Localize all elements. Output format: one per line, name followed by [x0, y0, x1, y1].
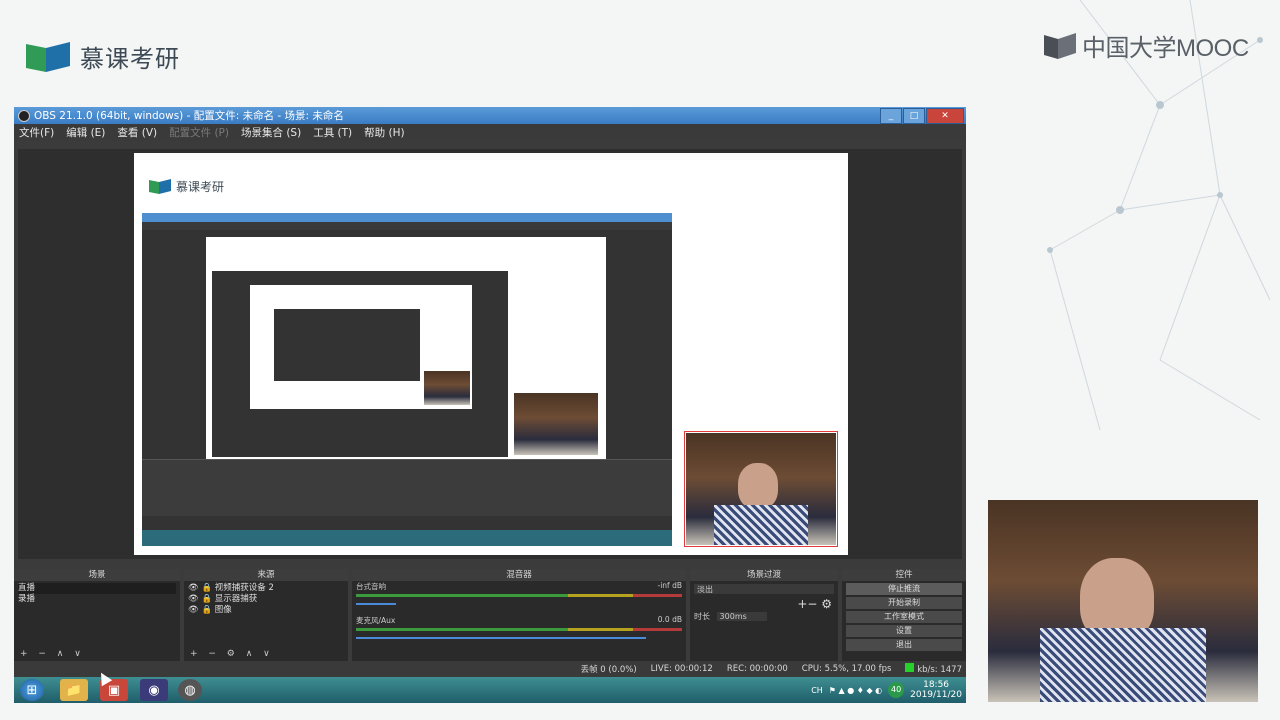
system-tray: CH ⚑ ▲ ● ♦ ◆ ◐ 40 18:56 2019/11/20	[811, 677, 962, 703]
volume-meter	[356, 628, 682, 631]
volume-slider[interactable]	[356, 637, 646, 639]
duration-row: 时长 300ms	[690, 611, 838, 622]
file-explorer-icon[interactable]: 📁	[60, 679, 88, 701]
preview-canvas[interactable]: 慕课考研	[134, 153, 848, 555]
studio-mode-button[interactable]: 工作室模式	[846, 611, 962, 623]
transitions-header: 场景过渡	[690, 569, 838, 581]
selection-box[interactable]	[684, 431, 838, 547]
minimize-button[interactable]: _	[880, 108, 902, 124]
controls-dock: 控件 停止推流 开始录制 工作室模式 设置 退出	[842, 569, 966, 661]
obs-window: OBS 21.1.0 (64bit, windows) - 配置文件: 未命名 …	[14, 107, 966, 703]
canvas-book-logo-icon	[149, 179, 171, 194]
channel-level: 0.0 dB	[657, 615, 682, 624]
tray-badge[interactable]: 40	[888, 682, 905, 698]
presenter-webcam-overlay	[988, 500, 1258, 702]
source-item[interactable]: 👁 🔒 视频捕获设备 2	[188, 583, 344, 594]
background-network-lines	[1047, 0, 1271, 431]
menu-scene-collection[interactable]: 场景集合 (S)	[241, 125, 301, 140]
brand-left-text: 慕课考研	[80, 44, 180, 73]
status-bar: 丢帧 0 (0.0%) LIVE: 00:00:12 REC: 00:00:00…	[14, 661, 966, 677]
menu-view[interactable]: 查看 (V)	[117, 125, 157, 140]
maximize-button[interactable]: □	[903, 108, 925, 124]
menu-profile[interactable]: 配置文件 (P)	[169, 125, 229, 140]
menu-help[interactable]: 帮助 (H)	[364, 125, 404, 140]
mooc-kaoyan-logo: 慕课考研	[24, 38, 180, 74]
stream-health-indicator	[905, 663, 915, 672]
source-item[interactable]: 👁 🔒 显示器捕获	[188, 594, 344, 605]
start-recording-button[interactable]: 开始录制	[846, 597, 962, 609]
brand-right-text: 中国大学MOOC	[1082, 35, 1249, 62]
scenes-header: 场景	[14, 569, 180, 581]
exit-button[interactable]: 退出	[846, 639, 962, 651]
window-title: OBS 21.1.0 (64bit, windows) - 配置文件: 未命名 …	[34, 110, 344, 122]
mixer-channel: 台式音响 -inf dB	[352, 581, 686, 615]
source-item[interactable]: 👁 🔒 图像	[188, 605, 344, 616]
bitrate: kb/s: 1477	[917, 665, 962, 675]
start-icon[interactable]: ⊞	[20, 679, 44, 701]
media-app-icon[interactable]: ◉	[140, 679, 168, 701]
channel-name: 台式音响	[356, 582, 386, 591]
obs-taskbar-icon[interactable]: ◍	[178, 679, 202, 701]
volume-meter	[356, 594, 682, 597]
tray-icons[interactable]: ⚑ ▲ ● ♦ ◆ ◐	[829, 686, 882, 695]
book-logo-icon	[26, 42, 70, 72]
duration-input[interactable]: 300ms	[716, 612, 767, 621]
scene-item[interactable]: 录播	[18, 594, 176, 605]
menu-edit[interactable]: 编辑 (E)	[66, 125, 105, 140]
sources-dock: 来源 👁 🔒 视频捕获设备 2 👁 🔒 显示器捕获 👁 🔒 图像 + − ⚙ ∧…	[184, 569, 348, 661]
book-mark-icon	[1044, 32, 1076, 59]
controls-header: 控件	[842, 569, 966, 581]
volume-slider[interactable]	[356, 603, 396, 605]
nested-display-capture	[142, 213, 672, 546]
menu-bar: 文件(F) 编辑 (E) 查看 (V) 配置文件 (P) 场景集合 (S) 工具…	[14, 124, 966, 141]
menu-file[interactable]: 文件(F)	[19, 125, 54, 140]
scenes-dock: 场景 直播 录播 + − ∧ ∨	[14, 569, 180, 661]
scene-item[interactable]: 直播	[18, 583, 176, 594]
stop-streaming-button[interactable]: 停止推流	[846, 583, 962, 595]
language-indicator[interactable]: CH	[811, 686, 823, 695]
scenes-toolbar[interactable]: + − ∧ ∨	[20, 649, 85, 659]
live-time: LIVE: 00:00:12	[650, 664, 713, 674]
cpu-usage: CPU: 5.5%, 17.00 fps	[801, 664, 892, 674]
close-button[interactable]: ✕	[926, 108, 964, 124]
channel-level: -inf dB	[657, 581, 682, 590]
settings-button[interactable]: 设置	[846, 625, 962, 637]
obs-app-icon	[18, 109, 30, 122]
transitions-dock: 场景过渡 淡出 +− ⚙ 时长 300ms	[690, 569, 838, 661]
canvas-brand: 慕课考研	[148, 177, 224, 195]
windows-taskbar: ⊞ 📁 ▣ ◉ ◍ CH ⚑ ▲ ● ♦ ◆ ◐ 40 18:56 2019/11…	[14, 677, 966, 703]
transition-add-remove[interactable]: +− ⚙	[690, 597, 838, 611]
sources-header: 来源	[184, 569, 348, 581]
rec-time: REC: 00:00:00	[726, 664, 788, 674]
canvas-brand-text: 慕课考研	[176, 179, 225, 194]
channel-name: 麦克风/Aux	[356, 616, 396, 625]
mixer-channel: 麦克风/Aux 0.0 dB	[352, 615, 686, 649]
dropped-frames: 丢帧 0 (0.0%)	[580, 665, 637, 675]
sources-toolbar[interactable]: + − ⚙ ∧ ∨	[190, 649, 274, 659]
title-bar[interactable]: OBS 21.1.0 (64bit, windows) - 配置文件: 未命名 …	[14, 107, 966, 124]
preview-area[interactable]: 慕课考研	[18, 149, 962, 559]
transition-select[interactable]: 淡出	[694, 584, 834, 594]
menu-tools[interactable]: 工具 (T)	[313, 125, 352, 140]
mixer-dock: 混音器 台式音响 -inf dB 麦克风/Aux 0.0 dB	[352, 569, 686, 661]
dock-panels: 场景 直播 录播 + − ∧ ∨ 来源 👁 🔒 视频捕获设备 2 👁 🔒 显示器…	[14, 569, 966, 661]
clock[interactable]: 18:56 2019/11/20	[910, 680, 962, 700]
icourse-logo: 中国大学MOOC	[1042, 28, 1249, 63]
mixer-header: 混音器	[352, 569, 686, 581]
